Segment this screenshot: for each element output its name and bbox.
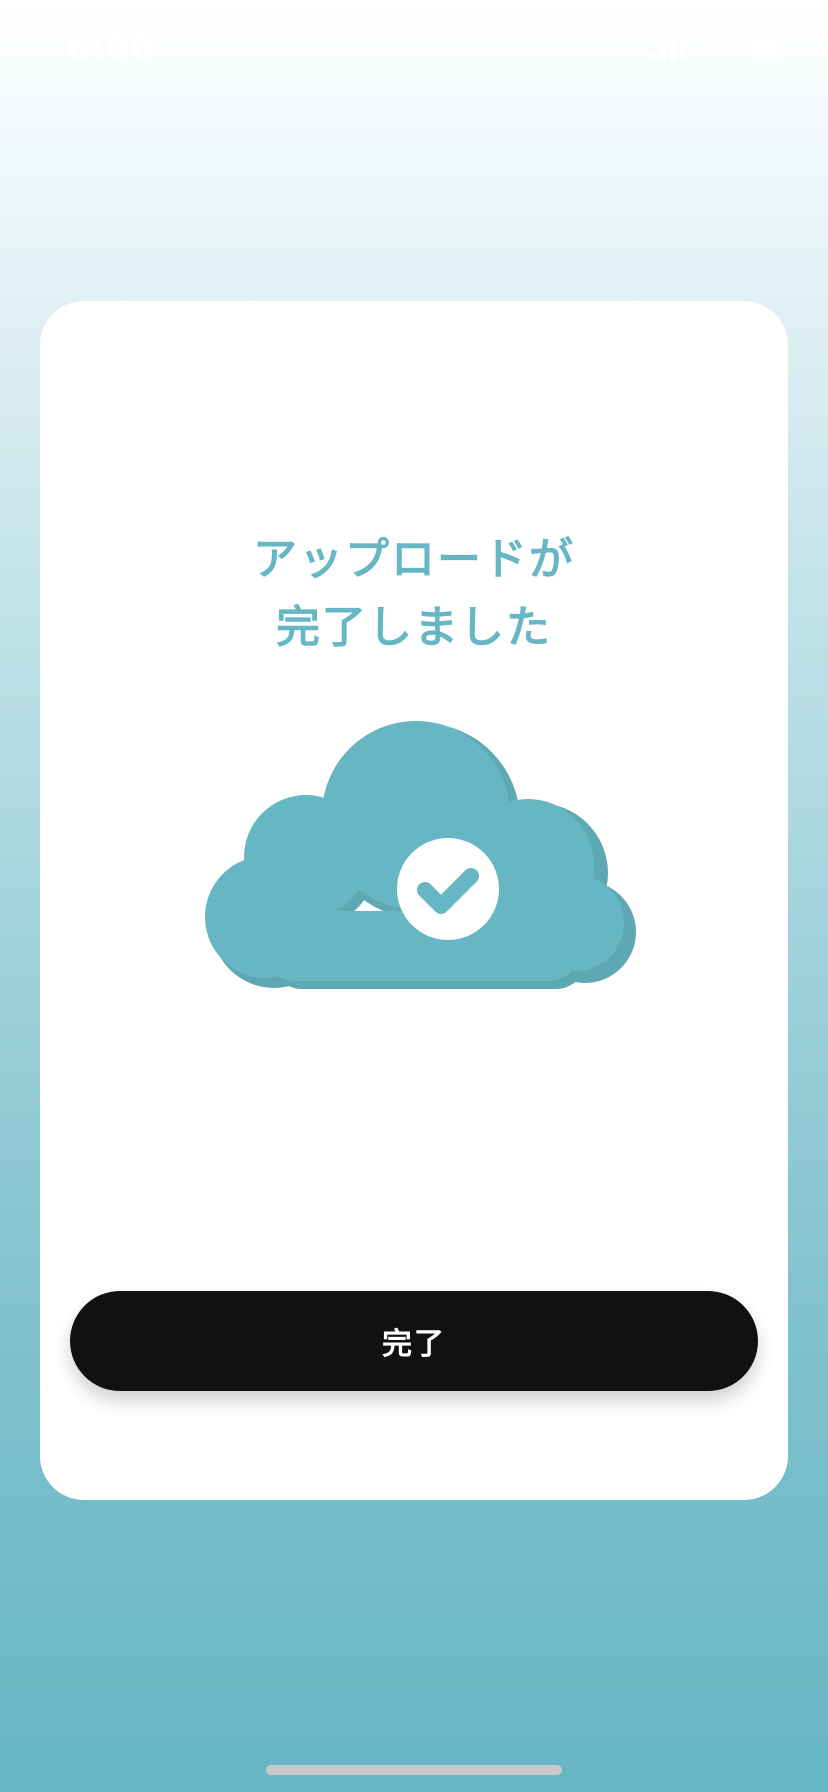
upload-complete-screen: 6:00 アップロードが 完了しました 完了 [0,0,828,1792]
upload-complete-card: アップロードが 完了しました 完了 [40,301,788,1500]
wifi-icon [703,36,733,58]
status-time: 6:00 [66,28,155,68]
title-line-2: 完了しました [276,602,552,653]
status-bar: 6:00 [0,0,828,100]
cellular-signal-icon [650,36,686,60]
home-indicator[interactable] [266,1765,562,1775]
cloud-check-icon [205,721,636,989]
upload-complete-title: アップロードが 完了しました [40,526,788,662]
status-icons [650,36,796,60]
done-button[interactable]: 完了 [70,1291,758,1391]
title-line-1: アップロードが [253,534,575,585]
battery-icon [746,37,794,59]
